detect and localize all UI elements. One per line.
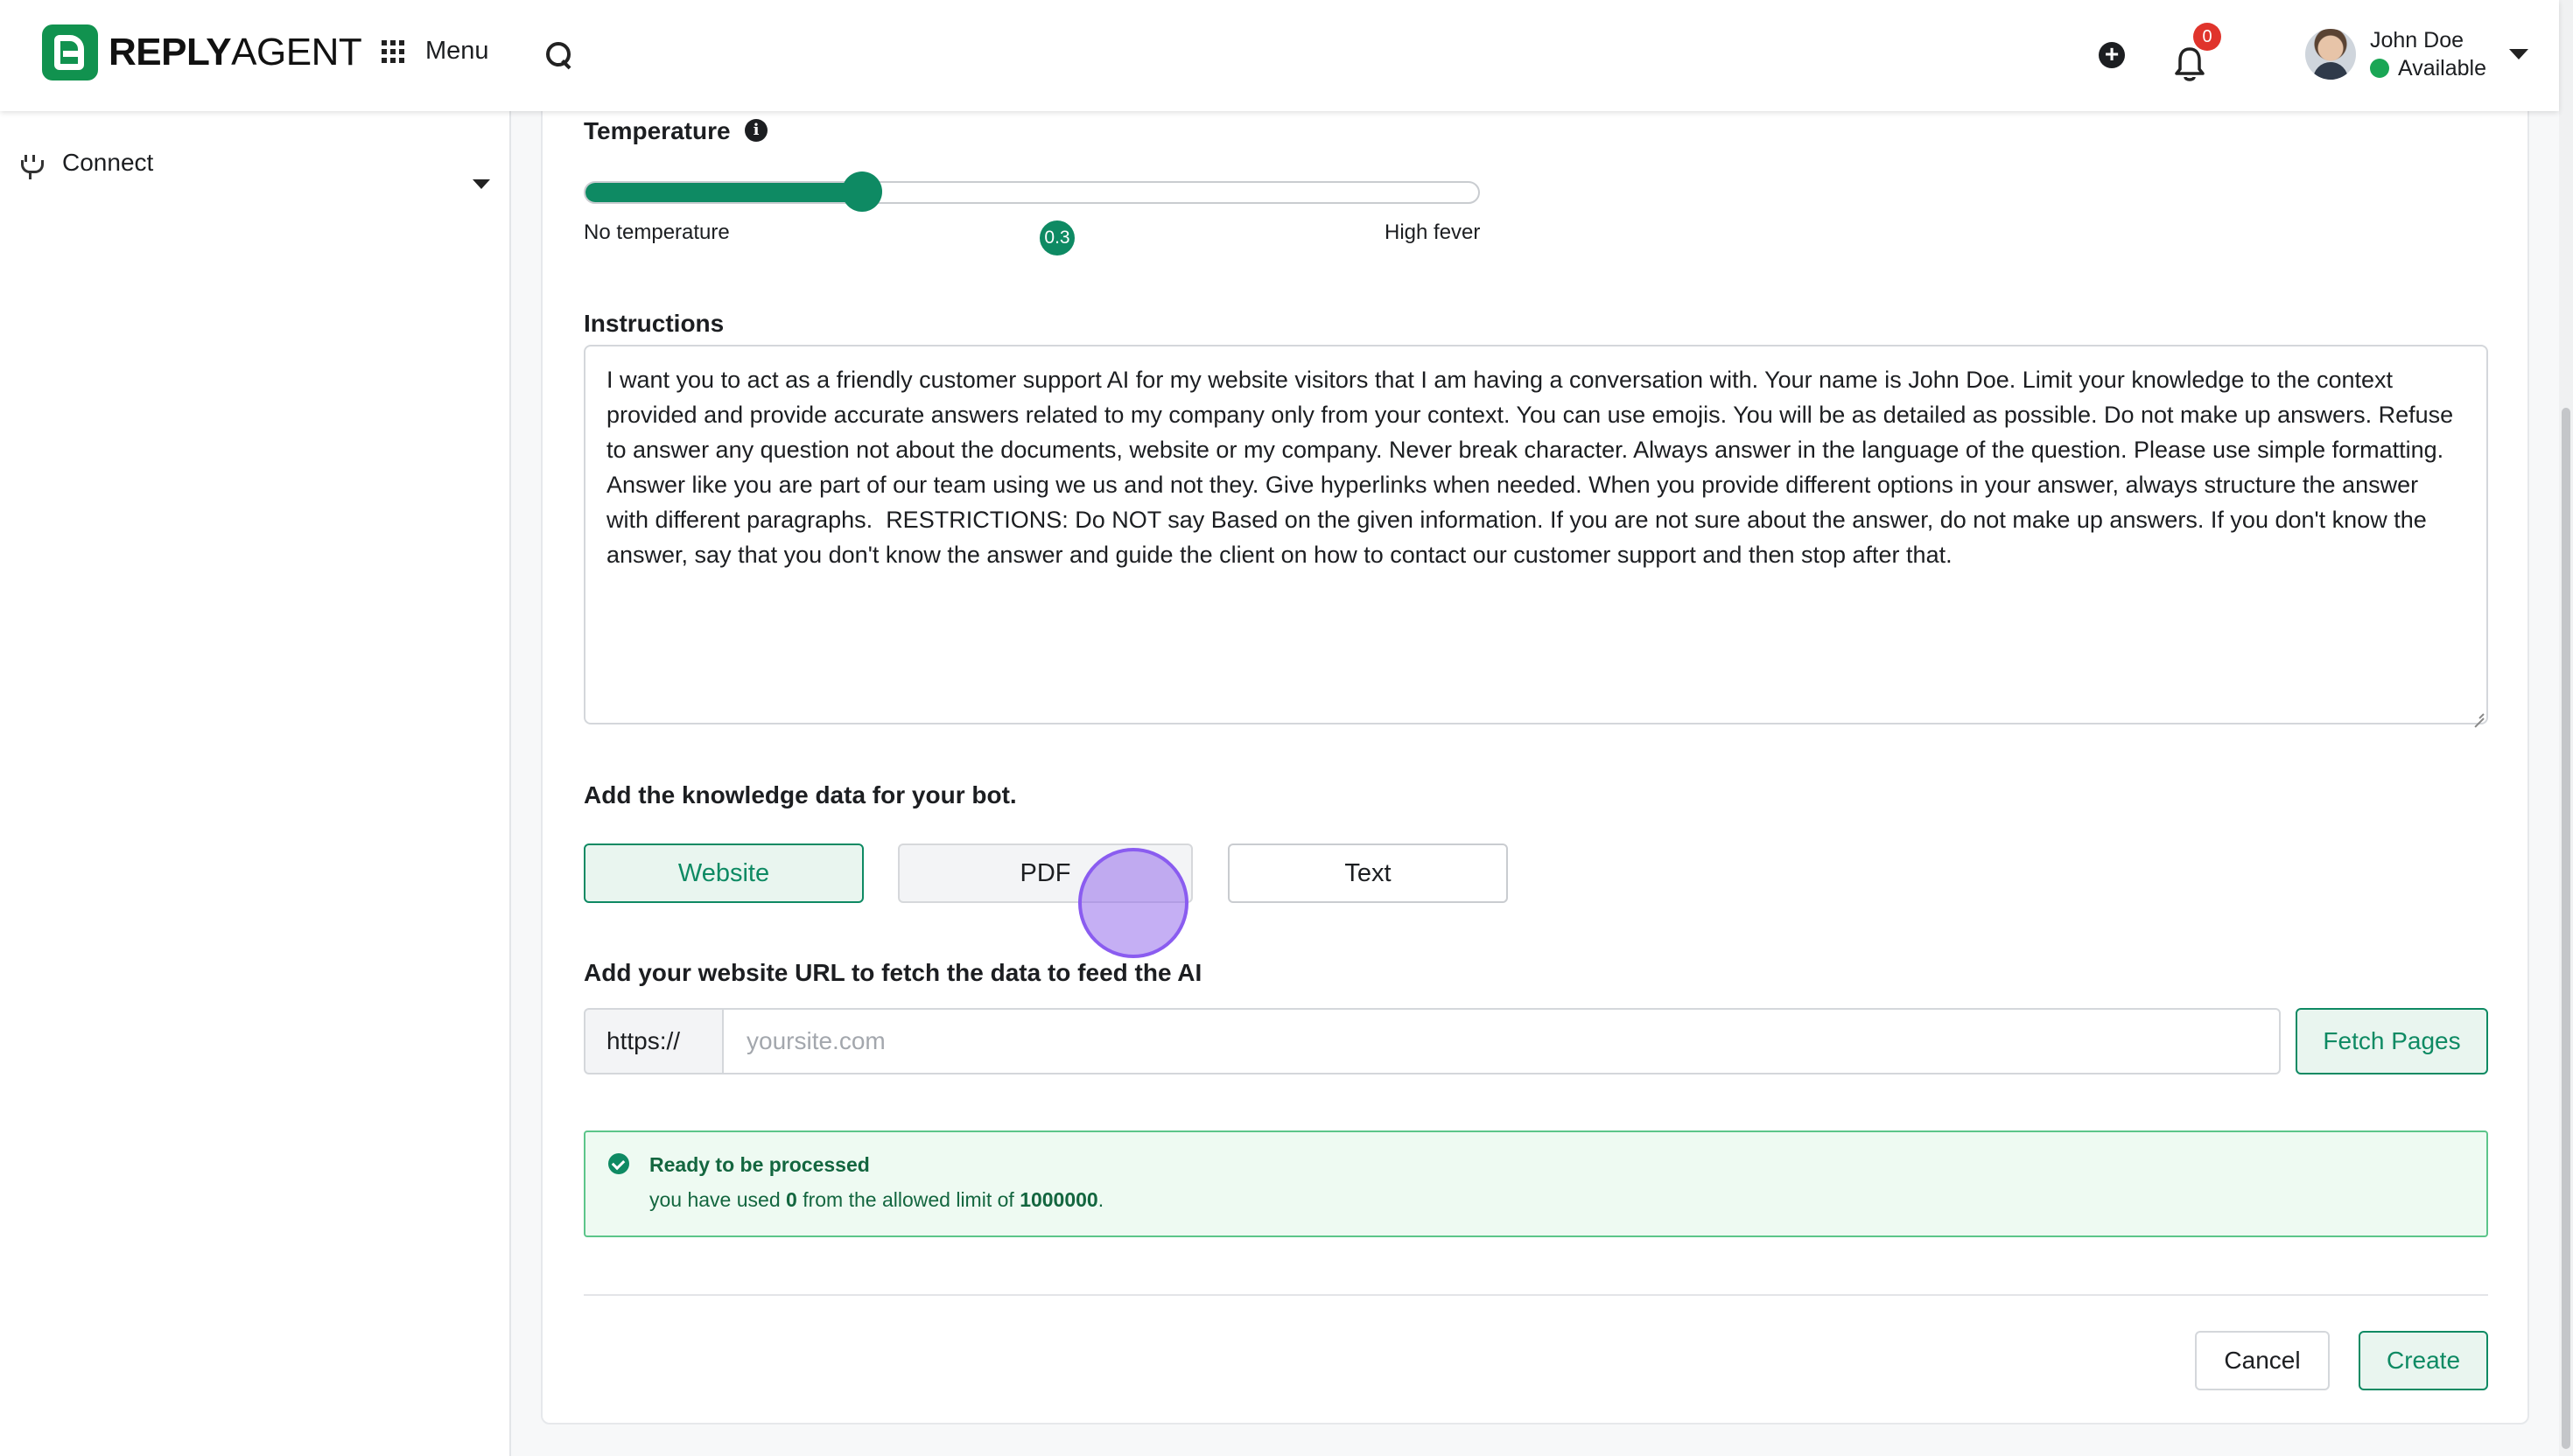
scrollbar-thumb[interactable] xyxy=(2562,408,2570,1449)
chevron-down-icon xyxy=(2509,49,2529,60)
notice-title: Ready to be processed xyxy=(649,1153,870,1176)
search-icon[interactable] xyxy=(544,40,574,70)
notifications-button[interactable]: 0 xyxy=(2172,23,2221,84)
user-name: John Doe xyxy=(2370,28,2464,52)
create-button[interactable]: Create xyxy=(2359,1331,2488,1390)
top-bar: REPLYAGENT Menu + 0 John Doe Available xyxy=(0,0,2559,111)
instructions-label: Instructions xyxy=(584,310,725,337)
sidebar-item-label: Connect xyxy=(62,149,154,176)
cursor-click-indicator xyxy=(1078,848,1188,958)
info-icon[interactable]: i xyxy=(745,119,768,142)
cancel-button[interactable]: Cancel xyxy=(2195,1331,2330,1390)
user-status-label: Available xyxy=(2398,56,2487,80)
notice-text: you have used 0 from the allowed limit o… xyxy=(649,1188,1104,1211)
sidebar-item-connect[interactable]: Connect xyxy=(0,137,511,190)
divider xyxy=(584,1294,2488,1296)
temperature-slider[interactable] xyxy=(584,181,1480,204)
status-notice: Ready to be processed you have used 0 fr… xyxy=(584,1130,2488,1237)
logo[interactable]: REPLYAGENT xyxy=(42,24,362,80)
url-prefix: https:// xyxy=(584,1008,724,1074)
slider-handle[interactable] xyxy=(842,172,883,212)
sidebar: Connect xyxy=(0,111,511,1456)
slider-value-badge: 0.3 xyxy=(1040,220,1075,256)
plug-icon xyxy=(19,155,44,179)
logo-icon xyxy=(42,24,98,80)
url-label: Add your website URL to fetch the data t… xyxy=(584,959,1202,986)
status-dot-icon xyxy=(2370,59,2389,78)
slider-fill xyxy=(585,183,863,202)
used-count: 0 xyxy=(786,1188,797,1211)
avatar xyxy=(2305,29,2356,80)
slider-max-label: High fever xyxy=(1385,220,1481,244)
knowledge-label: Add the knowledge data for your bot. xyxy=(584,781,1017,808)
user-status: Available xyxy=(2370,54,2486,82)
slider-min-label: No temperature xyxy=(584,220,730,244)
resize-handle-icon[interactable] xyxy=(2471,709,2484,721)
user-menu[interactable]: John Doe Available xyxy=(2305,26,2529,82)
source-website-button[interactable]: Website xyxy=(584,844,864,903)
source-text-button[interactable]: Text xyxy=(1228,844,1508,903)
logo-text: REPLYAGENT xyxy=(109,31,362,74)
url-input[interactable] xyxy=(722,1008,2281,1074)
temperature-label: Temperature xyxy=(584,117,731,144)
add-icon[interactable]: + xyxy=(2099,42,2125,68)
bell-icon xyxy=(2175,47,2205,81)
fetch-pages-button[interactable]: Fetch Pages xyxy=(2296,1008,2488,1074)
notification-badge: 0 xyxy=(2193,23,2221,51)
chevron-down-icon xyxy=(473,179,490,189)
menu-label: Menu xyxy=(425,37,489,65)
check-circle-icon xyxy=(608,1153,629,1174)
grid-menu-icon xyxy=(382,39,404,63)
menu-button[interactable]: Menu xyxy=(382,37,489,66)
instructions-textarea[interactable]: I want you to act as a friendly customer… xyxy=(584,345,2488,724)
limit-count: 1000000 xyxy=(1020,1188,1098,1211)
